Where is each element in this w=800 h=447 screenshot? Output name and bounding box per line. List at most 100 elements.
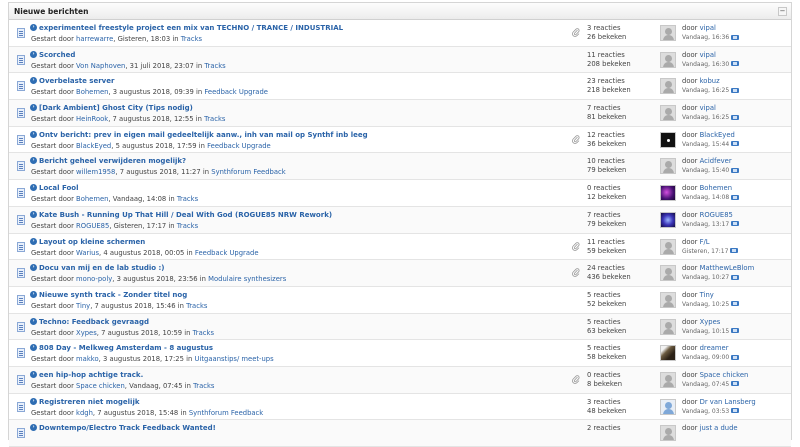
- topic-title[interactable]: Ontv bericht: prev in eigen mail gedeelt…: [39, 131, 368, 139]
- topic-title[interactable]: Overbelaste server: [39, 77, 114, 85]
- topic-author[interactable]: ROGUE85: [76, 222, 109, 230]
- topic-title[interactable]: Techno: Feedback gevraagd: [39, 318, 149, 326]
- go-to-last-post-icon[interactable]: [731, 141, 740, 147]
- last-poster-avatar[interactable]: [660, 398, 676, 415]
- new-post-icon[interactable]: ›: [30, 104, 37, 112]
- topic-forum[interactable]: Tracks: [177, 222, 198, 230]
- topic-title[interactable]: een hip-hop achtige track.: [39, 371, 143, 379]
- topic-title[interactable]: Registreren niet mogelijk: [39, 398, 140, 406]
- last-poster-name[interactable]: vipal: [700, 24, 716, 32]
- go-to-last-post-icon[interactable]: [731, 194, 740, 200]
- topic-forum[interactable]: Uitgaanstips/ meet-ups: [195, 355, 274, 363]
- topic-title[interactable]: Layout op kleine schermen: [39, 238, 145, 246]
- last-poster-avatar[interactable]: [660, 25, 676, 41]
- topic-forum[interactable]: Tracks: [204, 62, 225, 70]
- topic-title[interactable]: Docu van mij en de lab studio :): [39, 264, 165, 272]
- new-post-icon[interactable]: ›: [30, 24, 37, 31]
- topic-author[interactable]: Bohemen: [76, 195, 108, 203]
- go-to-last-post-icon[interactable]: [731, 408, 740, 414]
- new-post-icon[interactable]: ›: [30, 50, 37, 58]
- topic-forum[interactable]: Feedback Upgrade: [195, 249, 259, 257]
- last-poster-name[interactable]: vipal: [700, 104, 716, 112]
- topic-forum[interactable]: Feedback Upgrade: [207, 142, 271, 150]
- last-poster-name[interactable]: dreamer: [700, 344, 729, 352]
- topic-author[interactable]: willem1958: [76, 168, 115, 176]
- go-to-last-post-icon[interactable]: [731, 61, 740, 67]
- last-poster-name[interactable]: ROGUE85: [700, 211, 733, 219]
- new-post-icon[interactable]: ›: [30, 210, 37, 218]
- topic-title[interactable]: Nieuwe synth track - Zonder titel nog: [39, 291, 187, 299]
- last-poster-avatar[interactable]: [660, 78, 676, 95]
- new-post-icon[interactable]: ›: [30, 370, 37, 378]
- last-poster-avatar[interactable]: [660, 291, 676, 308]
- topic-title[interactable]: Bericht geheel verwijderen mogelijk?: [39, 157, 186, 165]
- go-to-last-post-icon[interactable]: [731, 221, 740, 227]
- new-post-icon[interactable]: ›: [30, 184, 37, 192]
- new-post-icon[interactable]: ›: [30, 290, 37, 298]
- topic-title[interactable]: 808 Day - Melkweg Amsterdam - 8 augustus: [39, 344, 213, 352]
- new-post-icon[interactable]: ›: [30, 264, 37, 272]
- topic-author[interactable]: Xypes: [76, 329, 97, 337]
- go-to-last-post-icon[interactable]: [731, 301, 740, 307]
- last-poster-avatar[interactable]: [660, 105, 676, 122]
- go-to-last-post-icon[interactable]: [731, 274, 740, 280]
- last-poster-name[interactable]: MatthewLeBlom: [700, 264, 755, 272]
- topic-forum[interactable]: Tracks: [204, 115, 225, 123]
- topic-forum[interactable]: Feedback Upgrade: [204, 88, 268, 96]
- go-to-last-post-icon[interactable]: [730, 248, 739, 253]
- last-poster-name[interactable]: Tiny: [700, 291, 714, 299]
- go-to-last-post-icon[interactable]: [731, 328, 740, 334]
- last-poster-avatar[interactable]: [660, 185, 676, 202]
- last-poster-name[interactable]: kobuz: [700, 77, 720, 85]
- topic-author[interactable]: Tiny: [76, 302, 90, 310]
- go-to-last-post-icon[interactable]: [731, 167, 740, 173]
- new-post-icon[interactable]: ›: [30, 397, 37, 405]
- topic-author[interactable]: mono-poly: [76, 275, 112, 283]
- last-poster-avatar[interactable]: [660, 371, 676, 388]
- topic-title[interactable]: Scorched: [39, 51, 75, 59]
- topic-forum[interactable]: Modulaire synthesizers: [208, 275, 286, 283]
- last-poster-avatar[interactable]: [660, 425, 676, 442]
- topic-title[interactable]: Kate Bush - Running Up That Hill / Deal …: [39, 211, 332, 219]
- topic-forum[interactable]: Synthforum Feedback: [211, 168, 285, 176]
- topic-author[interactable]: Warius: [76, 249, 99, 257]
- new-post-icon[interactable]: ›: [30, 344, 37, 352]
- last-poster-avatar[interactable]: [660, 158, 676, 175]
- last-poster-name[interactable]: F/L: [700, 238, 710, 246]
- topic-author[interactable]: HeinRook: [76, 115, 108, 123]
- topic-author[interactable]: BlackEyed: [76, 142, 111, 150]
- topic-author[interactable]: kdgh: [76, 409, 93, 417]
- last-poster-name[interactable]: vipal: [700, 51, 716, 59]
- topic-author[interactable]: harrewarre: [76, 35, 113, 43]
- topic-title[interactable]: [Dark Ambient] Ghost City (Tips nodig): [39, 104, 193, 112]
- topic-title[interactable]: Local Fool: [39, 184, 79, 192]
- topic-forum[interactable]: Tracks: [181, 35, 202, 43]
- new-post-icon[interactable]: ›: [30, 130, 37, 138]
- topic-forum[interactable]: Tracks: [186, 302, 207, 310]
- go-to-last-post-icon[interactable]: [731, 114, 740, 120]
- topic-forum[interactable]: Tracks: [193, 329, 214, 337]
- topic-author[interactable]: Bohemen: [76, 88, 108, 96]
- new-post-icon[interactable]: ›: [30, 157, 37, 165]
- last-poster-name[interactable]: BlackEyed: [700, 131, 735, 139]
- last-poster-name[interactable]: Dr van Lansberg: [700, 398, 756, 406]
- go-to-last-post-icon[interactable]: [731, 381, 740, 387]
- new-post-icon[interactable]: ›: [30, 424, 37, 432]
- topic-author[interactable]: Von Naphoven: [76, 62, 125, 70]
- new-post-icon[interactable]: ›: [30, 237, 37, 245]
- new-post-icon[interactable]: ›: [30, 77, 37, 85]
- topic-title[interactable]: experimenteel freestyle project een mix …: [39, 24, 343, 32]
- go-to-last-post-icon[interactable]: [731, 34, 740, 40]
- last-poster-name[interactable]: Space chicken: [700, 371, 749, 379]
- last-poster-avatar[interactable]: [660, 131, 676, 148]
- collapse-button[interactable]: −: [778, 7, 787, 16]
- topic-author[interactable]: Space chicken: [76, 382, 125, 390]
- last-poster-name[interactable]: Xypes: [700, 318, 721, 326]
- go-to-last-post-icon[interactable]: [731, 87, 740, 93]
- last-poster-avatar[interactable]: [660, 238, 676, 255]
- topic-title[interactable]: Downtempo/Electro Track Feedback Wanted!: [39, 424, 216, 432]
- last-poster-avatar[interactable]: [660, 51, 676, 68]
- last-poster-name[interactable]: Bohemen: [700, 184, 732, 192]
- topic-forum[interactable]: Tracks: [177, 195, 198, 203]
- last-poster-name[interactable]: Acidfever: [700, 157, 732, 165]
